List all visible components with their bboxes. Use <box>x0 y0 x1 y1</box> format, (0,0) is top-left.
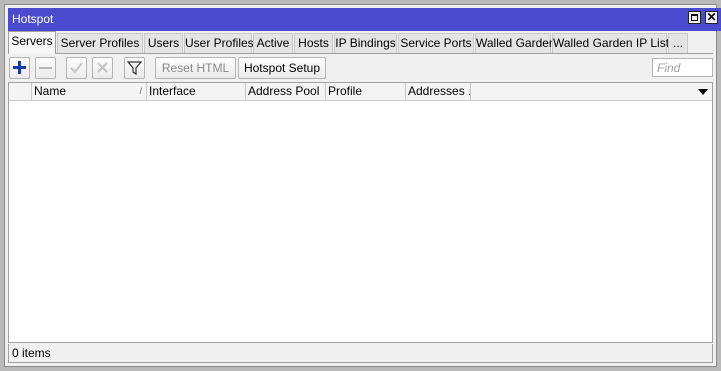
tab-service-ports[interactable]: Service Ports <box>398 33 474 53</box>
column-label: Addresses ... <box>408 84 470 98</box>
column-header-name[interactable]: Name / <box>32 83 147 100</box>
tab-server-profiles[interactable]: Server Profiles <box>57 33 143 53</box>
sort-indicator-icon: / <box>139 86 142 96</box>
tab-label: Walled Garden IP List <box>553 36 670 50</box>
column-label: Name <box>34 84 67 98</box>
enable-button[interactable] <box>66 57 87 79</box>
tab-label: Servers <box>11 34 53 48</box>
column-header-interface[interactable]: Interface <box>147 83 246 100</box>
column-label: Profile <box>328 84 363 98</box>
find-input[interactable] <box>652 58 713 77</box>
title-bar[interactable]: Hotspot ✕ <box>8 8 721 31</box>
column-header-profile[interactable]: Profile <box>326 83 406 100</box>
tab-label: Hosts <box>298 36 329 50</box>
check-icon <box>70 62 83 74</box>
tab-users[interactable]: Users <box>144 33 183 53</box>
column-header-selector[interactable] <box>9 83 32 100</box>
tab-label: User Profiles <box>185 36 254 50</box>
tab-label: ... <box>672 36 683 50</box>
tab-walled-garden[interactable]: Walled Garden <box>475 33 556 53</box>
close-window-button[interactable]: ✕ <box>705 10 718 24</box>
table-header: Name / Interface Address Pool Profile Ad… <box>9 83 712 101</box>
disable-button[interactable] <box>92 57 113 79</box>
tab-user-profiles[interactable]: User Profiles <box>184 33 254 53</box>
reset-html-button[interactable]: Reset HTML <box>155 57 236 79</box>
tab-label: Service Ports <box>400 36 472 50</box>
tab-ip-bindings[interactable]: IP Bindings <box>334 33 397 53</box>
tab-label: Active <box>256 36 290 50</box>
tab-separator <box>8 53 713 54</box>
window-title: Hotspot <box>12 12 54 26</box>
column-label: Interface <box>149 84 196 98</box>
tab-label: Server Profiles <box>60 36 140 50</box>
tab-label: IP Bindings <box>335 36 396 50</box>
status-bar: 0 items <box>8 344 713 363</box>
column-header-addresses[interactable]: Addresses ... <box>406 83 471 100</box>
tab-label: Users <box>147 36 180 50</box>
tab-active[interactable]: Active <box>253 33 293 53</box>
add-button[interactable] <box>9 57 30 79</box>
column-chooser-dropdown[interactable] <box>695 83 711 100</box>
tab-servers[interactable]: Servers <box>8 31 56 54</box>
tab-bar: Servers Server Profiles Users User Profi… <box>8 31 713 54</box>
filter-button[interactable] <box>124 57 145 79</box>
column-header-address-pool[interactable]: Address Pool <box>246 83 326 100</box>
tab-label: Walled Garden <box>476 36 556 50</box>
plus-icon <box>13 61 26 74</box>
tab-hosts[interactable]: Hosts <box>294 33 333 53</box>
table-body <box>9 101 712 342</box>
minus-icon <box>39 67 52 69</box>
item-count: 0 items <box>12 346 51 360</box>
close-icon: ✕ <box>706 10 717 24</box>
servers-table: Name / Interface Address Pool Profile Ad… <box>8 82 713 343</box>
x-icon <box>97 62 108 73</box>
hotspot-setup-button[interactable]: Hotspot Setup <box>238 57 326 79</box>
tab-more[interactable]: ... <box>668 33 688 53</box>
remove-button[interactable] <box>35 57 56 79</box>
restore-window-button[interactable] <box>688 11 701 24</box>
column-label: Address Pool <box>248 84 320 98</box>
funnel-icon <box>126 61 143 76</box>
tab-walled-garden-ip-list[interactable]: Walled Garden IP List <box>552 33 670 53</box>
